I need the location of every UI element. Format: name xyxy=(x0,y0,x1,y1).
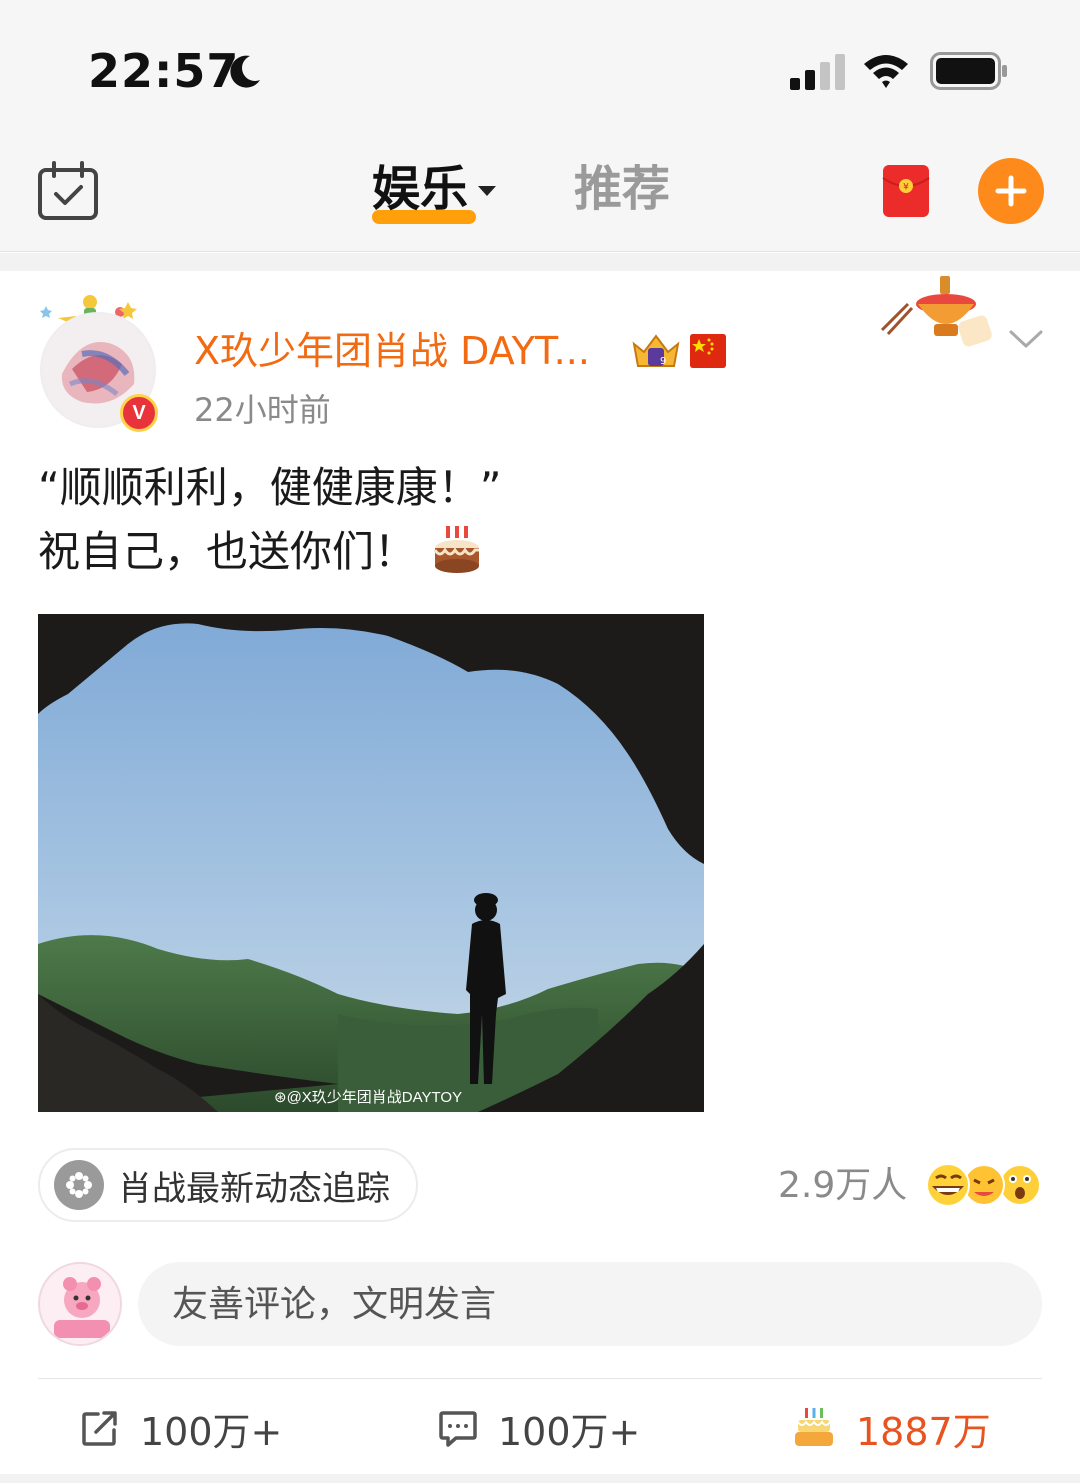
post-text-line2: 祝自己，也送你们！ xyxy=(38,527,417,576)
post-time: 22小时前 xyxy=(194,391,331,429)
repost-button[interactable]: 100万+ xyxy=(80,1400,282,1456)
reaction-emojis-icon[interactable] xyxy=(924,1160,1044,1210)
hotpot-decoration-icon xyxy=(880,276,992,347)
topic-icon xyxy=(54,1160,104,1210)
flag-icon xyxy=(690,334,726,368)
svg-text:¥: ¥ xyxy=(903,183,909,193)
moon-icon xyxy=(230,55,260,88)
repost-count: 100万+ xyxy=(140,1409,283,1454)
battery-icon xyxy=(930,52,1007,90)
post-text-line2-wrap: 祝自己，也送你们！ xyxy=(38,520,1038,584)
post-text: “顺顺利利，健健康康！” 祝自己，也送你们！ xyxy=(38,456,1038,584)
like-button[interactable]: 1887万 xyxy=(792,1400,991,1456)
chevron-down-icon[interactable] xyxy=(1008,324,1044,352)
red-packet-icon[interactable]: ¥ xyxy=(882,164,930,218)
post-image[interactable]: ⊛@X玖少年团肖战DAYTOY xyxy=(38,614,704,1112)
top-nav: 娱乐 推荐 ¥ xyxy=(0,140,1080,252)
bottom-strip xyxy=(0,1474,1080,1483)
crown-badge-icon[interactable]: 9 xyxy=(630,330,682,372)
status-time: 22:57 xyxy=(88,44,240,98)
tab-entertainment-label: 娱乐 xyxy=(372,161,469,217)
status-bar: 22:57 xyxy=(0,0,1080,140)
my-avatar[interactable] xyxy=(38,1262,122,1346)
image-watermark: ⊛@X玖少年团肖战DAYTOY xyxy=(274,1089,463,1106)
add-button[interactable] xyxy=(978,158,1044,224)
calendar-check-icon[interactable] xyxy=(36,160,102,222)
comment-icon xyxy=(439,1411,477,1447)
signal-icon xyxy=(790,54,845,90)
verified-badge-icon: V xyxy=(120,394,158,432)
author-avatar[interactable]: V xyxy=(28,288,168,438)
comment-input[interactable] xyxy=(138,1262,1042,1346)
topic-label: 肖战最新动态追踪 xyxy=(118,1168,390,1209)
caret-down-icon xyxy=(478,186,497,196)
reaction-count[interactable]: 2.9万人 xyxy=(778,1162,907,1210)
post-text-line1: “顺顺利利，健健康康！” xyxy=(38,463,502,512)
cave-silhouette-photo xyxy=(38,614,704,1112)
wifi-icon xyxy=(864,55,908,88)
divider xyxy=(38,1378,1042,1379)
repost-icon xyxy=(82,1411,117,1446)
like-count: 1887万 xyxy=(856,1409,991,1454)
topic-pill[interactable]: 肖战最新动态追踪 xyxy=(38,1148,418,1222)
comment-count: 100万+ xyxy=(498,1409,641,1454)
plus-icon xyxy=(995,175,1027,207)
cake-emoji-icon xyxy=(433,526,480,573)
section-gap xyxy=(0,253,1080,271)
tab-entertainment[interactable]: 娱乐 xyxy=(372,158,497,228)
svg-text:9: 9 xyxy=(660,356,666,367)
cake-like-icon xyxy=(795,1408,833,1446)
tab-recommended[interactable]: 推荐 xyxy=(574,158,670,220)
comment-button[interactable]: 100万+ xyxy=(438,1400,640,1456)
author-username[interactable]: X玖少年团肖战 DAYT... xyxy=(194,326,590,376)
